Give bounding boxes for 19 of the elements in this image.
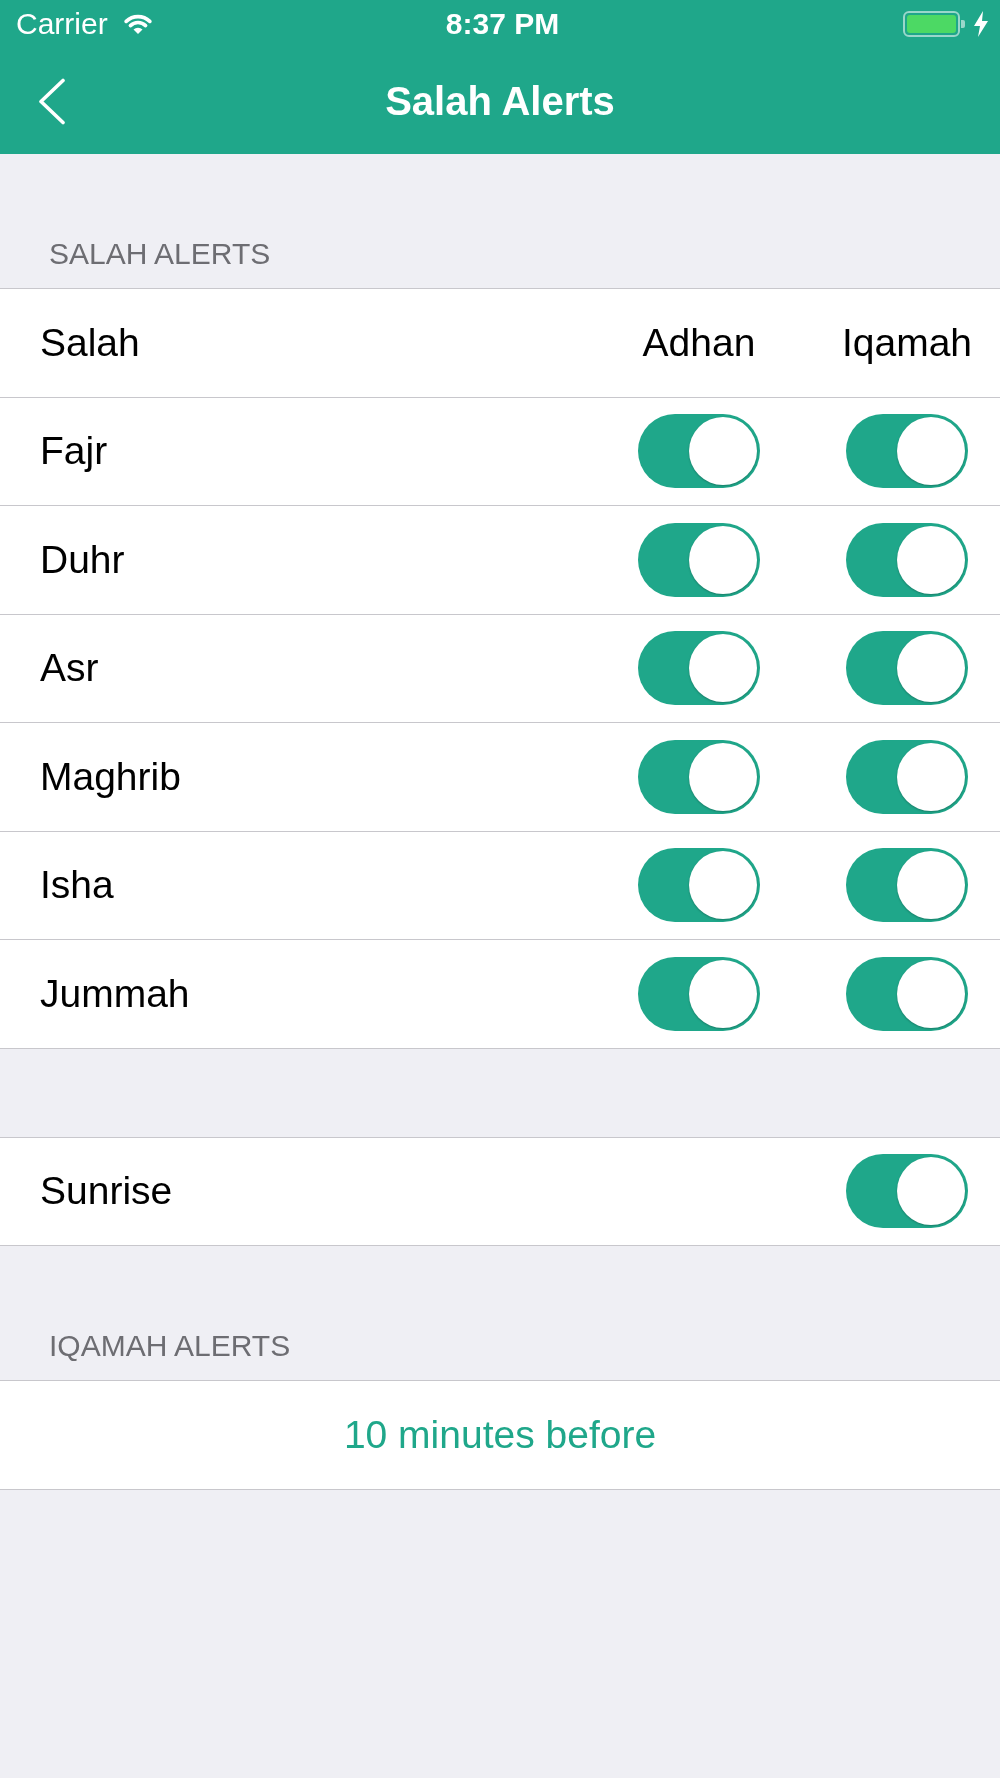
page-title: Salah Alerts <box>385 78 615 125</box>
battery-icon <box>903 11 965 37</box>
sunrise-label: Sunrise <box>40 1168 174 1215</box>
section-header: SALAH ALERTS <box>49 236 271 272</box>
column-header: Iqamah <box>841 319 973 366</box>
status-time: 8:37 PM <box>445 6 560 42</box>
prayer-name: Maghrib <box>40 753 182 800</box>
prayer-name: Duhr <box>40 536 126 583</box>
prayer-name: Asr <box>40 645 100 692</box>
wifi-icon <box>123 13 152 35</box>
column-header: Salah <box>40 319 141 366</box>
column-header: Adhan <box>642 319 756 366</box>
section-header: IQAMAH ALERTS <box>49 1328 291 1364</box>
carrier-name: Carrier <box>16 6 108 42</box>
prayer-name: Fajr <box>40 428 109 475</box>
prayer-name: Jummah <box>40 970 191 1017</box>
back-icon <box>38 77 66 125</box>
alert-time-option[interactable]: 10 minutes before <box>343 1411 657 1458</box>
prayer-name: Isha <box>40 862 115 909</box>
